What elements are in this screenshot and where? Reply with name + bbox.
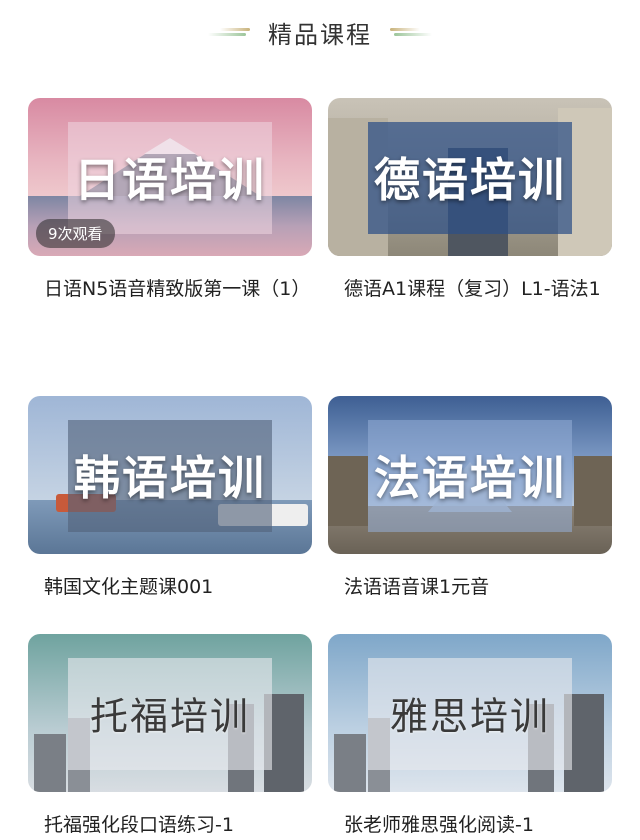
- thumbnail-title: 托福培训: [89, 694, 250, 739]
- course-thumbnail[interactable]: 韩语培训: [28, 396, 312, 554]
- course-thumbnail[interactable]: 德语培训: [328, 98, 612, 256]
- course-title[interactable]: 德语A1课程（复习）L1-语法1: [328, 274, 612, 304]
- course-title[interactable]: 日语N5语音精致版第一课（1）: [28, 274, 312, 304]
- thumbnail-title: 德语培训: [374, 153, 566, 207]
- course-card-korean[interactable]: 韩语培训 韩国文化主题课001: [28, 396, 312, 602]
- course-thumbnail[interactable]: 日语培训 9次观看: [28, 98, 312, 256]
- thumbnail-title: 法语培训: [374, 451, 566, 505]
- view-count-badge: 9次观看: [36, 219, 115, 248]
- title-decoration-right: [390, 25, 432, 39]
- thumbnail-title: 韩语培训: [74, 451, 266, 505]
- course-title[interactable]: 韩国文化主题课001: [28, 572, 312, 602]
- thumbnail-title: 日语培训: [74, 153, 266, 207]
- course-thumbnail[interactable]: 托福培训: [28, 634, 312, 792]
- section-header: 精品课程: [0, 0, 640, 64]
- course-card-japanese[interactable]: 日语培训 9次观看 日语N5语音精致版第一课（1）: [28, 98, 312, 304]
- course-thumbnail[interactable]: 法语培训: [328, 396, 612, 554]
- title-decoration-left: [208, 25, 250, 39]
- course-card-french[interactable]: 法语培训 法语语音课1元音: [328, 396, 612, 602]
- thumbnail-title: 雅思培训: [389, 694, 550, 739]
- course-card-toefl[interactable]: 托福培训 托福强化段口语练习-1: [28, 634, 312, 840]
- course-card-german[interactable]: 德语培训 德语A1课程（复习）L1-语法1: [328, 98, 612, 304]
- section-title: 精品课程: [268, 20, 372, 49]
- course-title[interactable]: 法语语音课1元音: [328, 572, 612, 602]
- course-card-ielts[interactable]: 雅思培训 张老师雅思强化阅读-1: [328, 634, 612, 840]
- course-thumbnail[interactable]: 雅思培训: [328, 634, 612, 792]
